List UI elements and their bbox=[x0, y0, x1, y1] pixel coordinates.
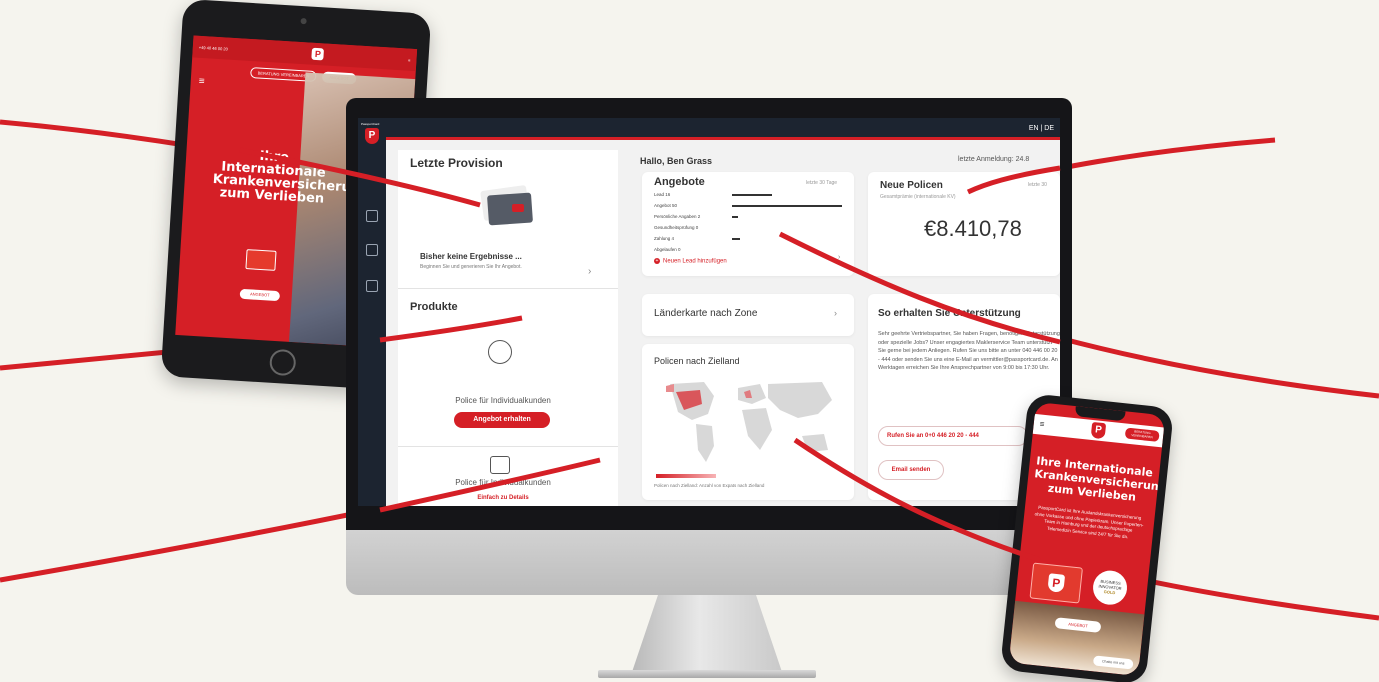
phone-device: ≡ P BERATUNG VEREINBAREN Ihre Internatio… bbox=[999, 393, 1175, 682]
phone-screen: ≡ P BERATUNG VEREINBAREN Ihre Internatio… bbox=[1008, 401, 1166, 677]
tablet-logo[interactable]: P bbox=[311, 47, 325, 61]
tablet-headline: Ihre Internationale Krankenversicherung … bbox=[212, 148, 370, 207]
country-map-card[interactable]: Länderkarte nach Zone › bbox=[642, 294, 854, 336]
support-text: Sehr geehrte Vertriebspartner, Sie haben… bbox=[878, 331, 1060, 371]
monitor-stand-base bbox=[598, 670, 816, 678]
luggage-icon bbox=[490, 456, 510, 474]
support-title: So erhalten Sie Unterstützung bbox=[878, 308, 1021, 319]
tablet-camera bbox=[300, 17, 307, 25]
empty-state-subtitle: Beginnen Sie und generieren Sie Ihr Ange… bbox=[420, 264, 522, 270]
offer-row: Angebot 50 bbox=[654, 203, 678, 208]
details-link[interactable]: Einfach zu Details bbox=[398, 495, 608, 501]
award-badge: BUSINESS INNOVATOR GOLD bbox=[1091, 568, 1129, 607]
app-sidebar: PassportCard P bbox=[358, 118, 386, 506]
app-header: EN | DE bbox=[358, 118, 1060, 140]
phone-card-image: P bbox=[1029, 562, 1083, 604]
offer-bar bbox=[732, 238, 740, 240]
divider bbox=[398, 288, 618, 289]
offer-row: Zahlung 4 bbox=[654, 236, 675, 241]
last-commission-title: Letzte Provision bbox=[410, 156, 503, 170]
map-caption: Policen nach Zielland: Anzahl von Expats… bbox=[654, 483, 765, 488]
logo-text: PassportCard bbox=[361, 122, 380, 126]
offer-row: Gesundheitsprüfung 0 bbox=[654, 225, 699, 230]
person-icon bbox=[488, 340, 512, 364]
policies-map-title: Policen nach Zielland bbox=[654, 356, 740, 366]
chevron-right-icon[interactable]: › bbox=[834, 308, 837, 318]
wallet-illustration-icon bbox=[476, 182, 536, 228]
left-panel: Letzte Provision Bisher keine Ergebnisse… bbox=[398, 150, 618, 506]
desktop-monitor: EN | DE PassportCard P Letzte Provision … bbox=[346, 98, 1072, 595]
tablet-menu-icon[interactable]: ≡ bbox=[408, 57, 411, 62]
add-lead-label: Neuen Lead hinzufügen bbox=[663, 258, 727, 265]
map-legend-bar bbox=[656, 474, 716, 478]
world-map[interactable] bbox=[652, 374, 844, 470]
chevron-right-icon[interactable]: › bbox=[588, 266, 591, 277]
phone-headline: Ihre Internationale Krankenversicherung … bbox=[1033, 454, 1166, 504]
get-offer-button[interactable]: Angebot erhalten bbox=[454, 412, 550, 428]
sidebar-document-icon[interactable] bbox=[366, 210, 378, 222]
empty-state-title: Bisher keine Ergebnisse ... bbox=[420, 252, 522, 261]
sidebar-save-icon[interactable] bbox=[366, 244, 378, 256]
offers-card[interactable]: Angebote letzte 30 Tage Lead 16 Angebot … bbox=[642, 172, 854, 276]
new-policies-subtitle: Gesamtprämie (internationale KV) bbox=[880, 194, 956, 200]
new-policies-title: Neue Policen bbox=[880, 180, 943, 191]
offer-row: Abgelaufen 0 bbox=[654, 247, 681, 252]
offer-row: Lead 16 bbox=[654, 192, 671, 197]
hamburger-icon[interactable]: ≡ bbox=[198, 76, 205, 87]
dashboard-screen: EN | DE PassportCard P Letzte Provision … bbox=[358, 118, 1060, 506]
offers-period: letzte 30 Tage bbox=[806, 180, 838, 186]
monitor-bezel: EN | DE PassportCard P Letzte Provision … bbox=[346, 98, 1072, 530]
add-lead-link[interactable]: + Neuen Lead hinzufügen bbox=[654, 258, 727, 265]
phone-subtext: PassportCard ist Ihre Auslandskrankenver… bbox=[1034, 504, 1144, 539]
award-badge-gold: GOLD bbox=[1103, 589, 1116, 596]
call-button[interactable]: Rufen Sie an 0+0 446 20 20 - 444 bbox=[878, 426, 1028, 446]
new-policies-period: letzte 30 bbox=[1028, 182, 1047, 188]
offer-bar bbox=[732, 194, 772, 196]
sidebar-monitor-icon[interactable] bbox=[366, 280, 378, 292]
offer-bar bbox=[732, 205, 842, 207]
plus-icon: + bbox=[654, 258, 660, 264]
products-title: Produkte bbox=[410, 301, 458, 313]
last-login: letzte Anmeldung: 24.8 bbox=[958, 156, 1030, 163]
greeting: Hallo, Ben Grass bbox=[640, 156, 713, 166]
tablet-phone-number[interactable]: +49 40 46 00 20 bbox=[199, 44, 228, 51]
product-label: Police für Individualkunden bbox=[455, 396, 551, 405]
passportcard-logo[interactable]: PassportCard P bbox=[361, 122, 381, 146]
policies-map-card: Policen nach Zielland Policen nach Ziell… bbox=[642, 344, 854, 500]
hamburger-icon[interactable]: ≡ bbox=[1039, 419, 1045, 428]
premium-amount: €8.410,78 bbox=[924, 216, 1022, 241]
offer-row: Persönliche Angaben 2 bbox=[654, 214, 701, 219]
email-button[interactable]: Email senden bbox=[878, 460, 944, 480]
country-map-title: Länderkarte nach Zone bbox=[654, 308, 758, 319]
tablet-home-button[interactable] bbox=[268, 348, 297, 377]
new-policies-card[interactable]: Neue Policen Gesamtprämie (international… bbox=[868, 172, 1060, 276]
offer-bar bbox=[732, 216, 738, 218]
product-label: Police für Individualkunden bbox=[455, 478, 551, 487]
tablet-card-image bbox=[245, 249, 277, 271]
tablet-cta-button[interactable]: ANGEBOT bbox=[239, 288, 281, 302]
divider bbox=[398, 446, 618, 447]
language-switch[interactable]: EN | DE bbox=[1029, 125, 1054, 132]
offers-title: Angebote bbox=[654, 176, 705, 188]
chevron-right-icon[interactable]: › bbox=[838, 254, 840, 261]
logo-shield-icon: P bbox=[365, 128, 379, 144]
monitor-chin bbox=[346, 530, 1072, 595]
monitor-stand bbox=[632, 592, 782, 672]
